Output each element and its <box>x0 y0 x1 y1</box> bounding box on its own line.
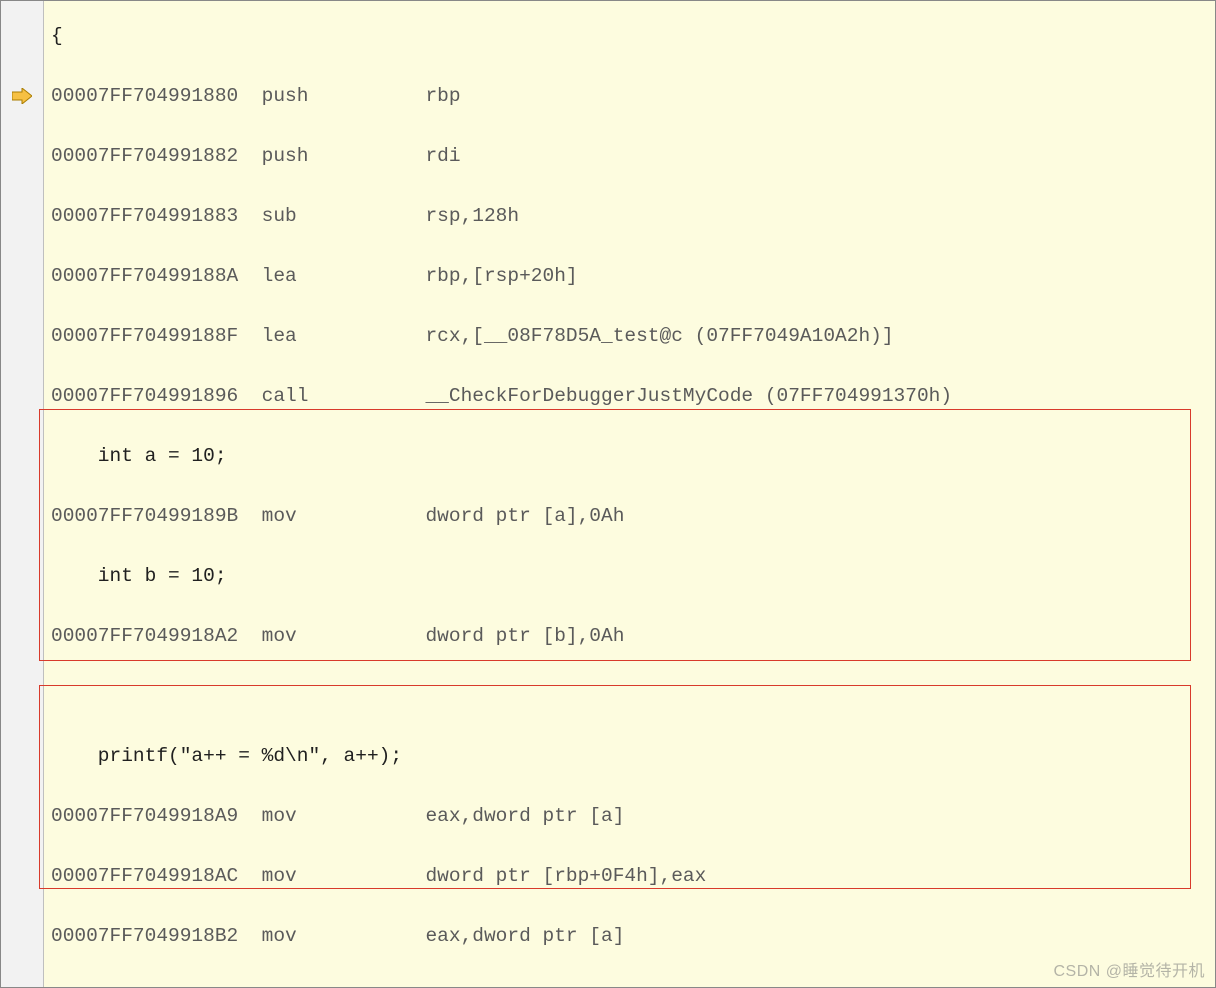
disasm-line[interactable]: 00007FF70499188A lea rbp,[rsp+20h] <box>1 261 1215 291</box>
operands: rsp,128h <box>425 205 519 227</box>
disasm-line[interactable]: 00007FF7049918B2 mov eax,dword ptr [a] <box>1 921 1215 951</box>
source-line[interactable]: printf("a++ = %d\n", a++); <box>1 741 1215 771</box>
source-text: int b = 10; <box>51 565 227 587</box>
operands: rbp,[rsp+20h] <box>425 265 577 287</box>
address: 00007FF70499189B <box>51 505 262 527</box>
operands: rcx,[__08F78D5A_test@c (07FF7049A10A2h)] <box>425 325 893 347</box>
disasm-line[interactable]: 00007FF704991883 sub rsp,128h <box>1 201 1215 231</box>
disasm-line[interactable]: 00007FF7049918A9 mov eax,dword ptr [a] <box>1 801 1215 831</box>
code-content: {00007FF704991880 push rbp00007FF7049918… <box>1 1 1215 931</box>
source-text: printf("a++ = %d\n", a++); <box>51 745 402 767</box>
mnemonic: mov <box>262 925 426 947</box>
disasm-line[interactable]: 00007FF704991882 push rdi <box>1 141 1215 171</box>
source-line[interactable]: int a = 10; <box>1 441 1215 471</box>
mnemonic: sub <box>262 205 426 227</box>
operands: dword ptr [a],0Ah <box>425 505 624 527</box>
disasm-line[interactable]: 00007FF704991896 call __CheckForDebugger… <box>1 381 1215 411</box>
source-text: { <box>51 25 63 47</box>
operands: eax,dword ptr [a] <box>425 805 624 827</box>
disasm-line[interactable]: 00007FF7049918AC mov dword ptr [rbp+0F4h… <box>1 861 1215 891</box>
address: 00007FF7049918B2 <box>51 925 262 947</box>
mnemonic: lea <box>262 265 426 287</box>
address: 00007FF704991883 <box>51 205 262 227</box>
address: 00007FF7049918A2 <box>51 625 262 647</box>
source-line[interactable]: { <box>1 21 1215 51</box>
address: 00007FF704991882 <box>51 145 262 167</box>
address: 00007FF7049918AC <box>51 865 262 887</box>
mnemonic: mov <box>262 805 426 827</box>
mnemonic: push <box>262 85 426 107</box>
operands: rdi <box>425 145 460 167</box>
address: 00007FF7049918A9 <box>51 805 262 827</box>
current-instruction-arrow-icon <box>1 81 43 111</box>
source-text: int a = 10; <box>51 445 227 467</box>
disasm-line[interactable]: 00007FF7049918B5 inc eax <box>1 981 1215 988</box>
mnemonic: mov <box>262 505 426 527</box>
address: 00007FF70499188A <box>51 265 262 287</box>
address: 00007FF704991896 <box>51 385 262 407</box>
operands: __CheckForDebuggerJustMyCode (07FF704991… <box>425 385 952 407</box>
watermark-text: CSDN @睡觉待开机 <box>1053 957 1205 981</box>
disasm-line[interactable]: 00007FF70499189B mov dword ptr [a],0Ah <box>1 501 1215 531</box>
operands: eax,dword ptr [a] <box>425 925 624 947</box>
mnemonic: push <box>262 145 426 167</box>
address: 00007FF70499188F <box>51 325 262 347</box>
operands: dword ptr [b],0Ah <box>425 625 624 647</box>
mnemonic: mov <box>262 865 426 887</box>
blank-line[interactable] <box>1 681 1215 711</box>
disasm-line[interactable]: 00007FF704991880 push rbp <box>1 81 1215 111</box>
mnemonic: mov <box>262 625 426 647</box>
mnemonic: lea <box>262 325 426 347</box>
operands: dword ptr [rbp+0F4h],eax <box>425 865 706 887</box>
disasm-line[interactable]: 00007FF7049918A2 mov dword ptr [b],0Ah <box>1 621 1215 651</box>
address: 00007FF704991880 <box>51 85 262 107</box>
disasm-line[interactable]: 00007FF70499188F lea rcx,[__08F78D5A_tes… <box>1 321 1215 351</box>
source-line[interactable]: int b = 10; <box>1 561 1215 591</box>
disassembly-view[interactable]: {00007FF704991880 push rbp00007FF7049918… <box>0 0 1216 988</box>
operands: rbp <box>425 85 460 107</box>
mnemonic: call <box>262 385 426 407</box>
